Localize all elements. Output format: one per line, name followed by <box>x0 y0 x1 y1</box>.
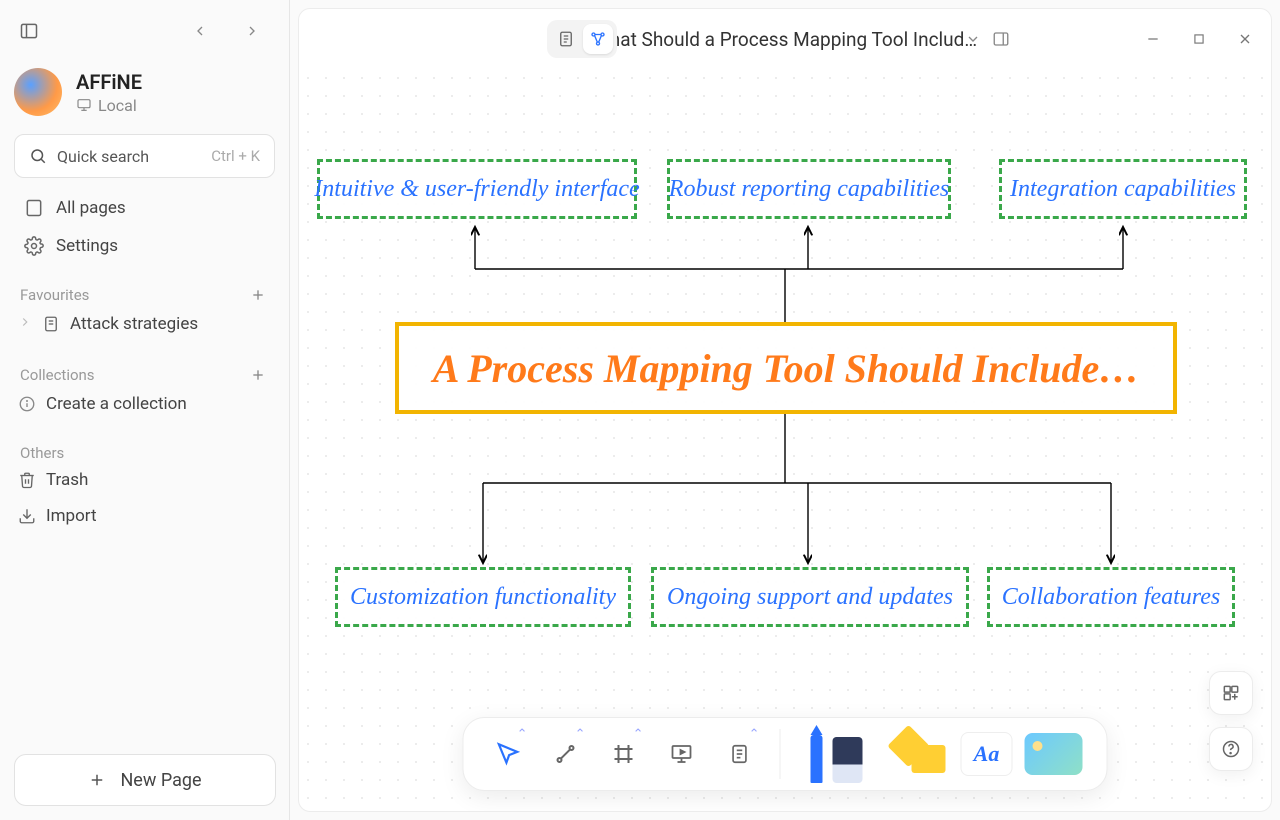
pen-icon <box>805 725 869 783</box>
text-tool[interactable]: Aa <box>961 732 1013 776</box>
frames-panel-button[interactable] <box>1209 671 1253 715</box>
present-tool[interactable] <box>656 725 708 783</box>
create-collection-button[interactable]: Create a collection <box>14 386 275 422</box>
favourite-item-label: Attack strategies <box>70 314 198 334</box>
quick-search-label: Quick search <box>57 147 149 166</box>
new-page-button[interactable]: New Page <box>14 754 276 806</box>
connector-icon <box>554 742 578 766</box>
dropdown-caret-icon: ⌃ <box>517 727 528 742</box>
edgeless-mode-button[interactable] <box>583 24 613 54</box>
toolbar-separator <box>780 729 781 779</box>
main-panel: What Should a Process Mapping Tool Inclu… <box>298 8 1272 812</box>
diagram-node-label: Ongoing support and updates <box>667 584 953 611</box>
trash-icon <box>18 471 36 489</box>
dropdown-caret-icon: ⌃ <box>633 727 644 742</box>
connector-tool[interactable]: ⌃ <box>540 725 592 783</box>
info-icon <box>18 395 36 413</box>
pages-icon <box>24 198 44 218</box>
workspace-name: AFFiNE <box>76 70 142 94</box>
diagram-center-node[interactable]: A Process Mapping Tool Should Include… <box>395 322 1177 414</box>
diagram-node-label: Collaboration features <box>1002 584 1220 611</box>
frame-tool[interactable]: ⌃ <box>598 725 650 783</box>
import-icon <box>18 507 36 525</box>
diagram-node-label: Intuitive & user-friendly interface <box>314 176 639 203</box>
workspace-switcher[interactable]: AFFiNE Local <box>14 68 275 116</box>
history-forward-button[interactable] <box>239 18 265 44</box>
title-dropdown-button[interactable] <box>963 29 983 49</box>
create-collection-label: Create a collection <box>46 394 187 414</box>
monitor-icon <box>76 97 92 113</box>
edgeless-toolbar: ⌃ ⌃ ⌃ ⌃ <box>463 717 1108 791</box>
nav-import-label: Import <box>46 506 97 526</box>
sidebar: AFFiNE Local Quick search Ctrl + K All p… <box>0 0 290 820</box>
others-header: Others <box>20 444 64 462</box>
favourite-item[interactable]: Attack strategies <box>14 306 275 342</box>
editor-mode-toggle <box>547 20 617 58</box>
note-icon <box>729 743 751 765</box>
presentation-icon <box>670 742 694 766</box>
nav-settings-label: Settings <box>56 236 118 256</box>
text-tool-label: Aa <box>974 741 1000 767</box>
frame-icon <box>612 742 636 766</box>
shapes-icon <box>890 729 950 779</box>
diagram-node[interactable]: Robust reporting capabilities <box>667 159 951 219</box>
titlebar: What Should a Process Mapping Tool Inclu… <box>299 9 1271 69</box>
diagram-node[interactable]: Intuitive & user-friendly interface <box>317 159 637 219</box>
window-minimize-button[interactable] <box>1143 29 1163 49</box>
gear-icon <box>24 236 44 256</box>
diagram-node[interactable]: Collaboration features <box>987 567 1235 627</box>
whiteboard-canvas[interactable]: Intuitive & user-friendly interface Robu… <box>299 69 1271 811</box>
page-mode-button[interactable] <box>551 24 581 54</box>
history-back-button[interactable] <box>187 18 213 44</box>
image-tool[interactable] <box>1019 725 1089 783</box>
cursor-icon <box>495 741 521 767</box>
workspace-location: Local <box>98 96 137 115</box>
diagram-node[interactable]: Integration capabilities <box>999 159 1247 219</box>
shape-tool[interactable] <box>885 725 955 783</box>
side-panel-button[interactable] <box>991 29 1011 49</box>
quick-search-button[interactable]: Quick search Ctrl + K <box>14 134 275 178</box>
new-page-label: New Page <box>120 770 201 791</box>
pen-tool[interactable] <box>795 725 879 783</box>
help-button[interactable] <box>1209 727 1253 771</box>
add-collection-button[interactable] <box>247 364 269 386</box>
chevron-right-icon <box>18 314 32 334</box>
favourites-header: Favourites <box>20 286 89 304</box>
page-icon <box>42 315 60 333</box>
collections-header: Collections <box>20 366 95 384</box>
sidebar-collapse-button[interactable] <box>14 16 44 46</box>
diagram-node-label: Customization functionality <box>350 584 616 611</box>
nav-all-pages-label: All pages <box>56 198 126 218</box>
nav-trash-label: Trash <box>46 470 88 490</box>
diagram-node[interactable]: Ongoing support and updates <box>651 567 969 627</box>
diagram-center-label: A Process Mapping Tool Should Include… <box>433 345 1139 392</box>
nav-settings[interactable]: Settings <box>14 230 275 262</box>
dropdown-caret-icon: ⌃ <box>749 727 760 742</box>
search-icon <box>29 147 47 165</box>
window-close-button[interactable] <box>1235 29 1255 49</box>
diagram-node[interactable]: Customization functionality <box>335 567 631 627</box>
image-icon <box>1025 733 1083 775</box>
document-title[interactable]: What Should a Process Mapping Tool Inclu… <box>593 28 977 51</box>
dropdown-caret-icon: ⌃ <box>575 727 586 742</box>
window-maximize-button[interactable] <box>1189 29 1209 49</box>
quick-search-shortcut: Ctrl + K <box>211 147 260 165</box>
note-tool[interactable]: ⌃ <box>714 725 766 783</box>
nav-import[interactable]: Import <box>14 498 275 534</box>
diagram-node-label: Robust reporting capabilities <box>669 176 949 203</box>
select-tool[interactable]: ⌃ <box>482 725 534 783</box>
diagram-node-label: Integration capabilities <box>1010 176 1236 203</box>
nav-trash[interactable]: Trash <box>14 462 275 498</box>
workspace-avatar <box>14 68 62 116</box>
nav-all-pages[interactable]: All pages <box>14 192 275 224</box>
add-favourite-button[interactable] <box>247 284 269 306</box>
